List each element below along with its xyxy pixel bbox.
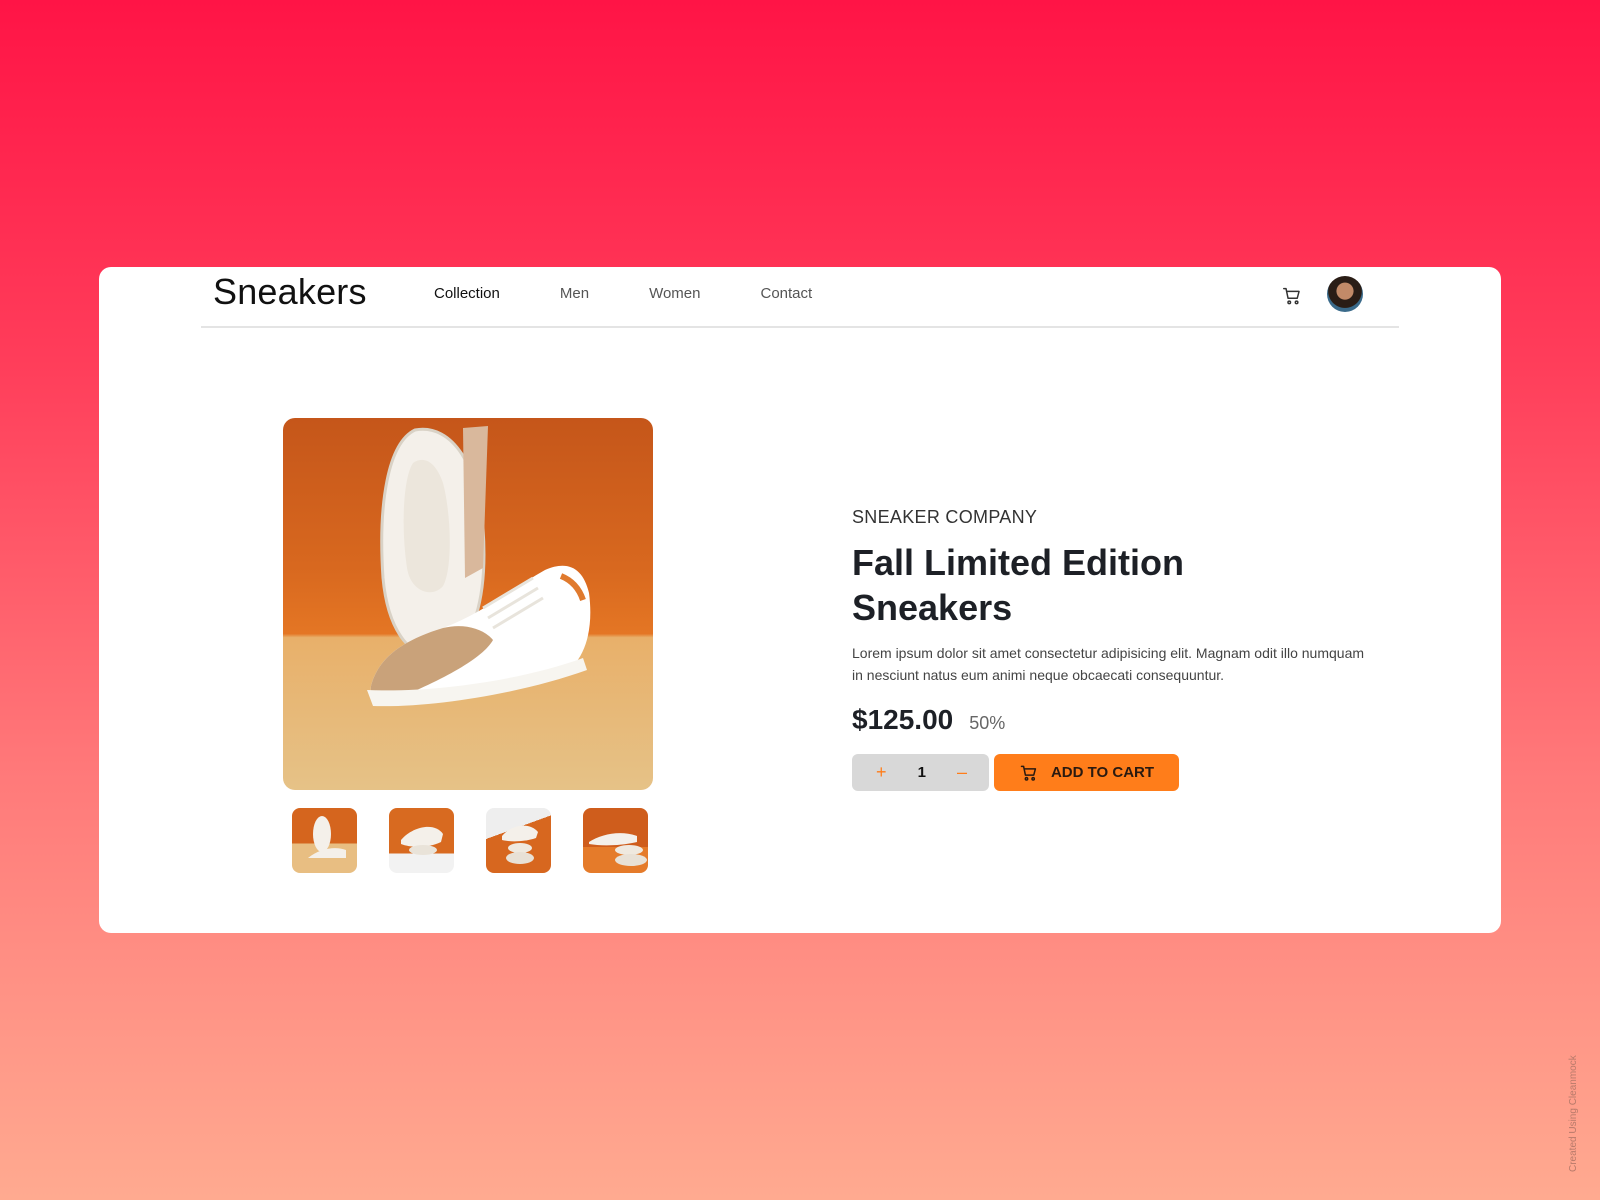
cart-icon bbox=[1020, 765, 1037, 781]
avatar[interactable] bbox=[1327, 276, 1363, 312]
product-info: SNEAKER COMPANY Fall Limited Edition Sne… bbox=[852, 507, 1372, 791]
thumbnail-3[interactable] bbox=[486, 808, 551, 873]
discount-badge: 50% bbox=[969, 713, 1006, 733]
company-name: SNEAKER COMPANY bbox=[852, 507, 1038, 527]
cart-icon[interactable] bbox=[1281, 285, 1305, 309]
product-title: Fall Limited Edition Sneakers bbox=[852, 542, 1184, 628]
add-to-cart-label: ADD TO CART bbox=[1050, 764, 1155, 781]
price-row: $125.00 50% bbox=[852, 704, 1372, 736]
brand-logo[interactable]: Sneakers bbox=[213, 271, 367, 313]
product-main-image[interactable] bbox=[283, 418, 653, 790]
purchase-actions: + 1 – ADD TO CART bbox=[852, 754, 1372, 791]
quantity-value: 1 bbox=[917, 764, 926, 781]
nav-men[interactable]: Men bbox=[560, 285, 589, 302]
thumbnail-4[interactable] bbox=[583, 808, 648, 873]
nav-contact[interactable]: Contact bbox=[760, 285, 812, 302]
thumbnail-strip bbox=[292, 808, 648, 873]
nav-links: Collection Men Women Contact bbox=[434, 285, 872, 302]
product-description: Lorem ipsum dolor sit amet consectetur a… bbox=[852, 645, 1365, 683]
product-card: Sneakers Collection Men Women Contact SN… bbox=[99, 267, 1501, 933]
navbar: Sneakers Collection Men Women Contact bbox=[201, 267, 1399, 328]
thumbnail-1[interactable] bbox=[292, 808, 357, 873]
nav-women[interactable]: Women bbox=[649, 285, 700, 302]
increment-button[interactable]: + bbox=[876, 762, 887, 783]
quantity-stepper: + 1 – bbox=[852, 754, 989, 791]
add-to-cart-button[interactable]: ADD TO CART bbox=[994, 754, 1179, 791]
thumbnail-2[interactable] bbox=[389, 808, 454, 873]
decrement-button[interactable]: – bbox=[957, 762, 967, 783]
watermark: Created Using Cleanmock bbox=[1568, 1055, 1579, 1172]
product-price: $125.00 bbox=[852, 704, 954, 735]
nav-collection[interactable]: Collection bbox=[434, 285, 500, 302]
